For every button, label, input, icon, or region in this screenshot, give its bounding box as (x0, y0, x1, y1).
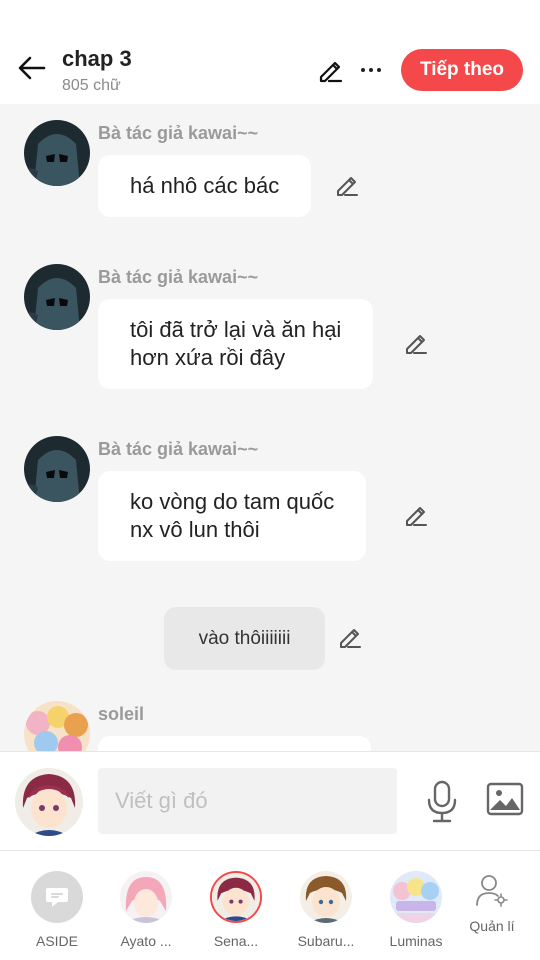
insert-image-button[interactable] (486, 782, 526, 818)
pencil-icon (406, 335, 427, 354)
author-avatar[interactable] (24, 701, 90, 752)
aside-icon-circle (31, 871, 83, 923)
character-avatar (300, 871, 352, 923)
character-avatar (210, 871, 262, 923)
edit-chapter-button[interactable] (316, 56, 344, 84)
edit-message-button[interactable] (337, 624, 363, 650)
author-avatar[interactable] (24, 264, 90, 330)
chat-story-editor: chap 3 805 chữ Tiếp theo Bà tác giả kawa… (0, 0, 540, 960)
message-author: soleil (98, 704, 145, 724)
chapter-title: chap 3 (62, 46, 132, 71)
character-label: ASIDE (35, 933, 78, 949)
character-aside[interactable]: ASIDE (17, 869, 97, 949)
character-avatar (120, 871, 172, 923)
character-subaru[interactable]: Subaru... (286, 869, 366, 949)
composer-bar (0, 751, 540, 851)
edit-message-button[interactable] (403, 330, 429, 356)
pencil-icon (337, 177, 358, 196)
message-text-line: hơn xứa rồi đây (130, 345, 286, 370)
message-input[interactable] (98, 768, 397, 834)
character-sena[interactable]: Sena... (196, 869, 276, 949)
message-author: Bà tác giả kawai~~ (98, 267, 259, 287)
more-options-button[interactable] (356, 56, 386, 84)
character-label: Quản lí (469, 918, 515, 934)
message-bubble[interactable]: há nhô các bác (98, 155, 312, 217)
message-text-line: tôi đã trở lại và ăn hại (130, 317, 342, 342)
pencil-icon (319, 61, 343, 83)
image-icon (486, 782, 524, 816)
message-list[interactable]: Bà tác giả kawai~~ há nhô các bác Bà tác… (0, 104, 540, 752)
pencil-icon (340, 629, 361, 648)
message-bubble[interactable]: tôi đã trở lại và ăn hại hơn xứa rồi đây (98, 299, 374, 389)
character-avatar (390, 871, 442, 923)
user-settings-icon (476, 875, 508, 907)
edit-message-button[interactable] (334, 172, 360, 198)
message-text-line: nx vô lun thôi (130, 517, 260, 542)
microphone-icon (427, 780, 457, 823)
character-ayato[interactable]: Ayato ... (106, 869, 186, 949)
selected-character-avatar[interactable] (15, 768, 83, 836)
dot-icon (369, 68, 373, 72)
dot-icon (361, 68, 365, 72)
header: chap 3 805 chữ Tiếp theo (0, 0, 540, 104)
message-text: há nhô các bác (130, 173, 280, 198)
edit-message-button[interactable] (403, 502, 429, 528)
message-bubble[interactable] (98, 736, 371, 752)
pencil-icon (406, 507, 427, 526)
next-button[interactable]: Tiếp theo (401, 49, 523, 91)
manage-characters-button[interactable]: Quản lí (452, 873, 532, 934)
author-avatar[interactable] (24, 436, 90, 502)
message-author: Bà tác giả kawai~~ (98, 439, 259, 459)
word-count: 805 chữ (62, 77, 121, 94)
back-button[interactable] (14, 52, 50, 84)
message-author: Bà tác giả kawai~~ (98, 123, 259, 143)
message-text-line: ko vòng do tam quốc (130, 489, 335, 514)
character-luminas[interactable]: Luminas (376, 869, 456, 949)
message-bubble[interactable]: ko vòng do tam quốc nx vô lun thôi (98, 471, 367, 561)
character-label: Ayato ... (120, 933, 172, 949)
author-avatar[interactable] (24, 120, 90, 186)
voice-input-button[interactable] (424, 780, 460, 824)
character-selector: ASIDE Ayato ... Sena... Subaru... Lumina… (0, 851, 540, 960)
arrow-left-icon (18, 56, 46, 80)
character-label: Luminas (389, 933, 443, 949)
dot-icon (377, 68, 381, 72)
character-label: Subaru... (297, 933, 355, 949)
narration-bubble[interactable]: vào thôiiiiiii (164, 607, 325, 670)
chat-bubble-icon (46, 888, 68, 907)
character-label: Sena... (213, 933, 259, 949)
